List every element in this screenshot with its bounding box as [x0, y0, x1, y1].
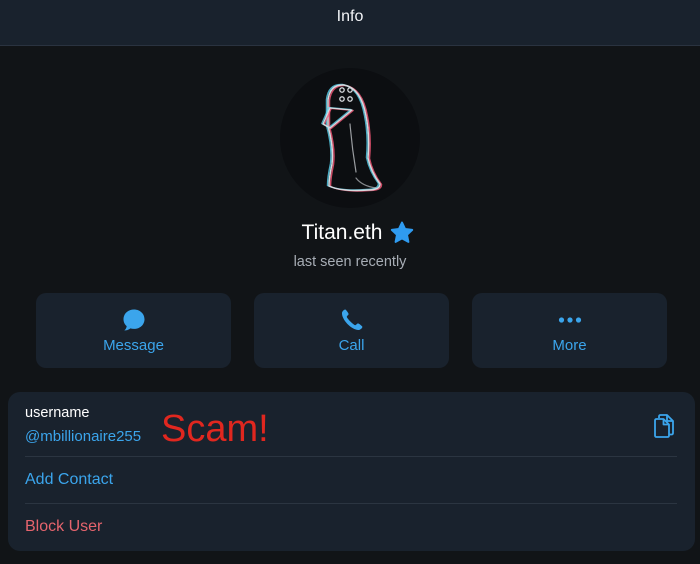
user-info-card: username @mbillionaire255 Scam! Add Cont… [8, 392, 695, 551]
star-badge-icon[interactable] [390, 221, 414, 245]
profile-name: Titan.eth [301, 221, 383, 244]
call-button[interactable]: Call [254, 293, 449, 368]
message-button-label: Message [103, 337, 164, 354]
phone-icon [339, 307, 365, 333]
copy-icon[interactable] [652, 413, 676, 439]
username-label: username [25, 405, 90, 421]
scam-annotation: Scam! [161, 408, 269, 450]
penguin-outline-icon [321, 83, 383, 192]
block-user-button[interactable]: Block User [25, 518, 102, 536]
more-button[interactable]: More [472, 293, 667, 368]
ellipsis-icon [557, 307, 583, 333]
page-title: Info [336, 7, 364, 25]
top-bar: Info [0, 0, 700, 46]
divider [25, 456, 677, 457]
call-button-label: Call [338, 337, 365, 354]
chat-bubble-icon [121, 307, 147, 333]
last-seen-status: last seen recently [293, 254, 407, 270]
username-value[interactable]: @mbillionaire255 [25, 428, 141, 445]
profile-name-row: Titan.eth [0, 221, 700, 245]
more-button-label: More [552, 337, 587, 354]
add-contact-button[interactable]: Add Contact [25, 471, 113, 489]
divider [25, 503, 677, 504]
message-button[interactable]: Message [36, 293, 231, 368]
avatar[interactable] [280, 68, 420, 208]
